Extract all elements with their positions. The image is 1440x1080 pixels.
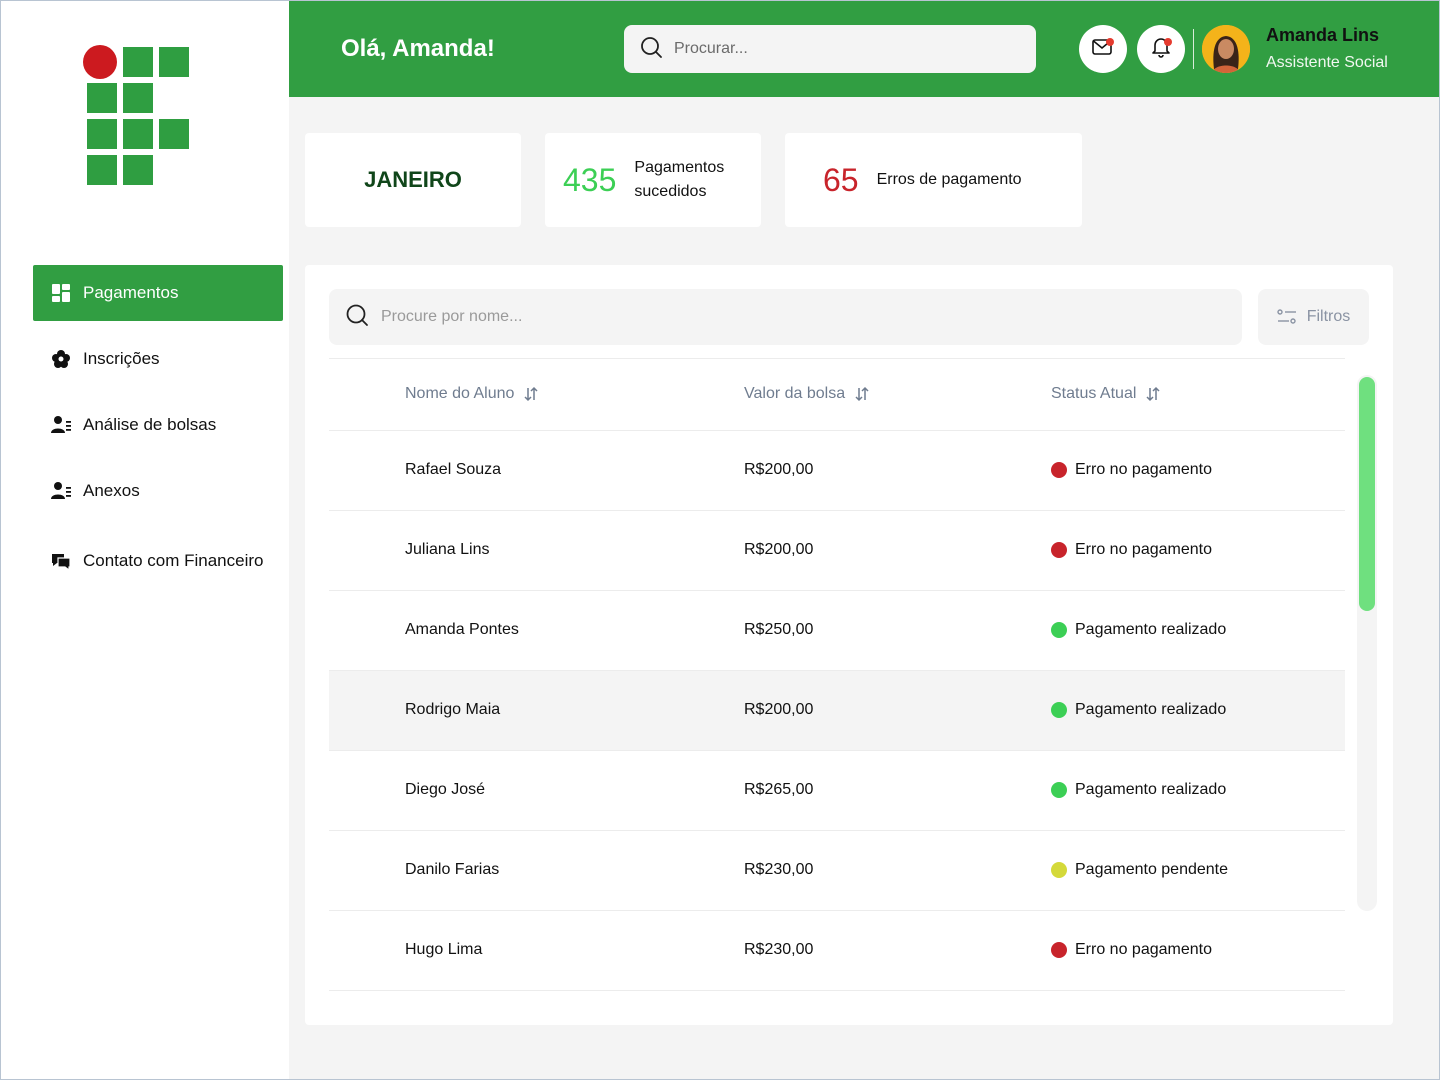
sort-icon	[1146, 386, 1160, 402]
top-search-input[interactable]	[674, 40, 994, 58]
user-name: Amanda Lins	[1266, 25, 1380, 45]
table-row[interactable]: Diego José R$265,00 Pagamento realizado	[329, 751, 1345, 831]
sort-icon	[855, 386, 869, 402]
student-name: Juliana Lins	[405, 541, 490, 558]
column-header-nome[interactable]: Nome do Aluno	[405, 385, 538, 403]
dashboard-icon	[51, 283, 71, 303]
month-card[interactable]: JANEIRO	[305, 133, 521, 227]
student-name: Hugo Lima	[405, 941, 483, 958]
greeting-title: Olá, Amanda!	[341, 35, 495, 62]
header-divider	[1193, 29, 1194, 69]
scholarship-value: R$230,00	[744, 941, 814, 958]
notification-dot	[1106, 38, 1114, 46]
sidebar-item-label: Contato com Financeiro	[83, 551, 264, 570]
scholarship-value: R$200,00	[744, 541, 814, 558]
status-text: Pagamento pendente	[1075, 861, 1229, 878]
institution-logo	[83, 45, 191, 187]
status-text: Erro no pagamento	[1075, 941, 1212, 958]
user-role: Assistente Social	[1266, 54, 1388, 71]
table-row[interactable]: Amanda Pontes R$250,00 Pagamento realiza…	[329, 591, 1345, 671]
top-header: Olá, Amanda! Procurar... Amanda Lins Ass…	[289, 1, 1439, 97]
scholarship-value: R$230,00	[744, 861, 814, 878]
table-row[interactable]: Danilo Farias R$230,00 Pagamento pendent…	[329, 831, 1345, 911]
status-text: Pagamento realizado	[1075, 701, 1227, 718]
chat-icon	[51, 551, 71, 571]
error-payments-card: 65 Erros de pagamento	[785, 133, 1082, 227]
filters-label: Filtros	[1306, 308, 1351, 325]
sidebar-item-label: Inscrições	[83, 349, 160, 368]
student-name: Danilo Farias	[405, 861, 500, 878]
table-row[interactable]: Juliana Lins R$200,00 Erro no pagamento	[329, 511, 1345, 591]
status-text: Erro no pagamento	[1075, 541, 1212, 558]
sidebar-item-label: Anexos	[83, 481, 140, 500]
messages-button[interactable]	[1079, 25, 1127, 73]
filters-button[interactable]: Filtros	[1258, 289, 1369, 345]
column-header-valor[interactable]: Valor da bolsa	[744, 385, 869, 403]
user-list-icon	[51, 415, 71, 435]
sidebar-item-contato-financeiro[interactable]: Contato com Financeiro	[33, 533, 283, 589]
month-label: JANEIRO	[364, 167, 462, 192]
sort-icon	[524, 386, 538, 402]
sidebar-item-analise-de-bolsas[interactable]: Análise de bolsas	[33, 397, 283, 453]
table-row[interactable]: Rafael Souza R$200,00 Erro no pagamento	[329, 431, 1345, 511]
payments-table-panel: Filtros Nome do Aluno Valor da bolsa Sta…	[305, 265, 1393, 1025]
status-dot	[1051, 862, 1067, 878]
top-search-bar[interactable]	[624, 25, 1036, 73]
student-name: Rafael Souza	[405, 461, 502, 478]
student-name: Diego José	[405, 781, 486, 798]
status-text: Pagamento realizado	[1075, 621, 1227, 638]
avatar[interactable]	[1202, 25, 1250, 73]
notifications-button[interactable]	[1137, 25, 1185, 73]
sidebar-item-inscricoes[interactable]: Inscrições	[33, 331, 283, 387]
sidebar-item-label: Análise de bolsas	[83, 415, 217, 434]
scholarship-value: R$250,00	[744, 621, 814, 638]
payment-status: Pagamento realizado	[1051, 621, 1226, 639]
success-payments-card: 435 Pagamentos sucedidos	[545, 133, 761, 227]
search-icon	[345, 303, 369, 332]
sidebar-nav: Pagamentos Inscrições Análise de bolsas …	[33, 265, 283, 599]
notification-dot	[1164, 38, 1172, 46]
scrollbar-thumb[interactable]	[1359, 377, 1375, 611]
filter-sliders-icon	[1277, 308, 1297, 326]
table-body: Rafael Souza R$200,00 Erro no pagamento …	[329, 431, 1345, 991]
status-text: Pagamento realizado	[1075, 781, 1227, 798]
payment-status: Erro no pagamento	[1051, 541, 1212, 559]
search-icon	[640, 36, 662, 63]
student-name: Rodrigo Maia	[405, 701, 501, 718]
status-dot	[1051, 942, 1067, 958]
payment-status: Pagamento pendente	[1051, 861, 1228, 879]
sidebar-item-pagamentos[interactable]: Pagamentos	[33, 265, 283, 321]
status-dot	[1051, 782, 1067, 798]
table-scrollbar[interactable]	[1357, 375, 1377, 911]
flower-icon	[51, 349, 71, 369]
status-dot	[1051, 462, 1067, 478]
name-search-input[interactable]	[381, 308, 1181, 326]
success-label: Pagamentos sucedidos	[634, 159, 725, 200]
error-count: 65	[823, 161, 859, 198]
app-frame: Pagamentos Inscrições Análise de bolsas …	[0, 0, 1440, 1080]
table-header: Nome do Aluno Valor da bolsa Status Atua…	[329, 359, 1345, 431]
scholarship-value: R$200,00	[744, 461, 814, 478]
payment-status: Erro no pagamento	[1051, 941, 1212, 959]
payment-status: Erro no pagamento	[1051, 461, 1212, 479]
status-dot	[1051, 542, 1067, 558]
scholarship-value: R$265,00	[744, 781, 814, 798]
user-list-icon	[51, 481, 71, 501]
status-text: Erro no pagamento	[1075, 461, 1212, 478]
table-row[interactable]: Rodrigo Maia R$200,00 Pagamento realizad…	[329, 671, 1345, 751]
payment-status: Pagamento realizado	[1051, 781, 1226, 799]
status-dot	[1051, 622, 1067, 638]
status-dot	[1051, 702, 1067, 718]
sidebar-item-label: Pagamentos	[83, 283, 179, 302]
scholarship-value: R$200,00	[744, 701, 814, 718]
sidebar: Pagamentos Inscrições Análise de bolsas …	[1, 1, 289, 1079]
name-search-bar[interactable]	[329, 289, 1242, 345]
error-label: Erros de pagamento	[876, 171, 1022, 188]
success-count: 435	[563, 161, 617, 198]
table-row[interactable]: Hugo Lima R$230,00 Erro no pagamento	[329, 911, 1345, 991]
sidebar-item-anexos[interactable]: Anexos	[33, 463, 283, 519]
payment-status: Pagamento realizado	[1051, 701, 1226, 719]
student-name: Amanda Pontes	[405, 621, 519, 638]
column-header-status[interactable]: Status Atual	[1051, 385, 1160, 403]
